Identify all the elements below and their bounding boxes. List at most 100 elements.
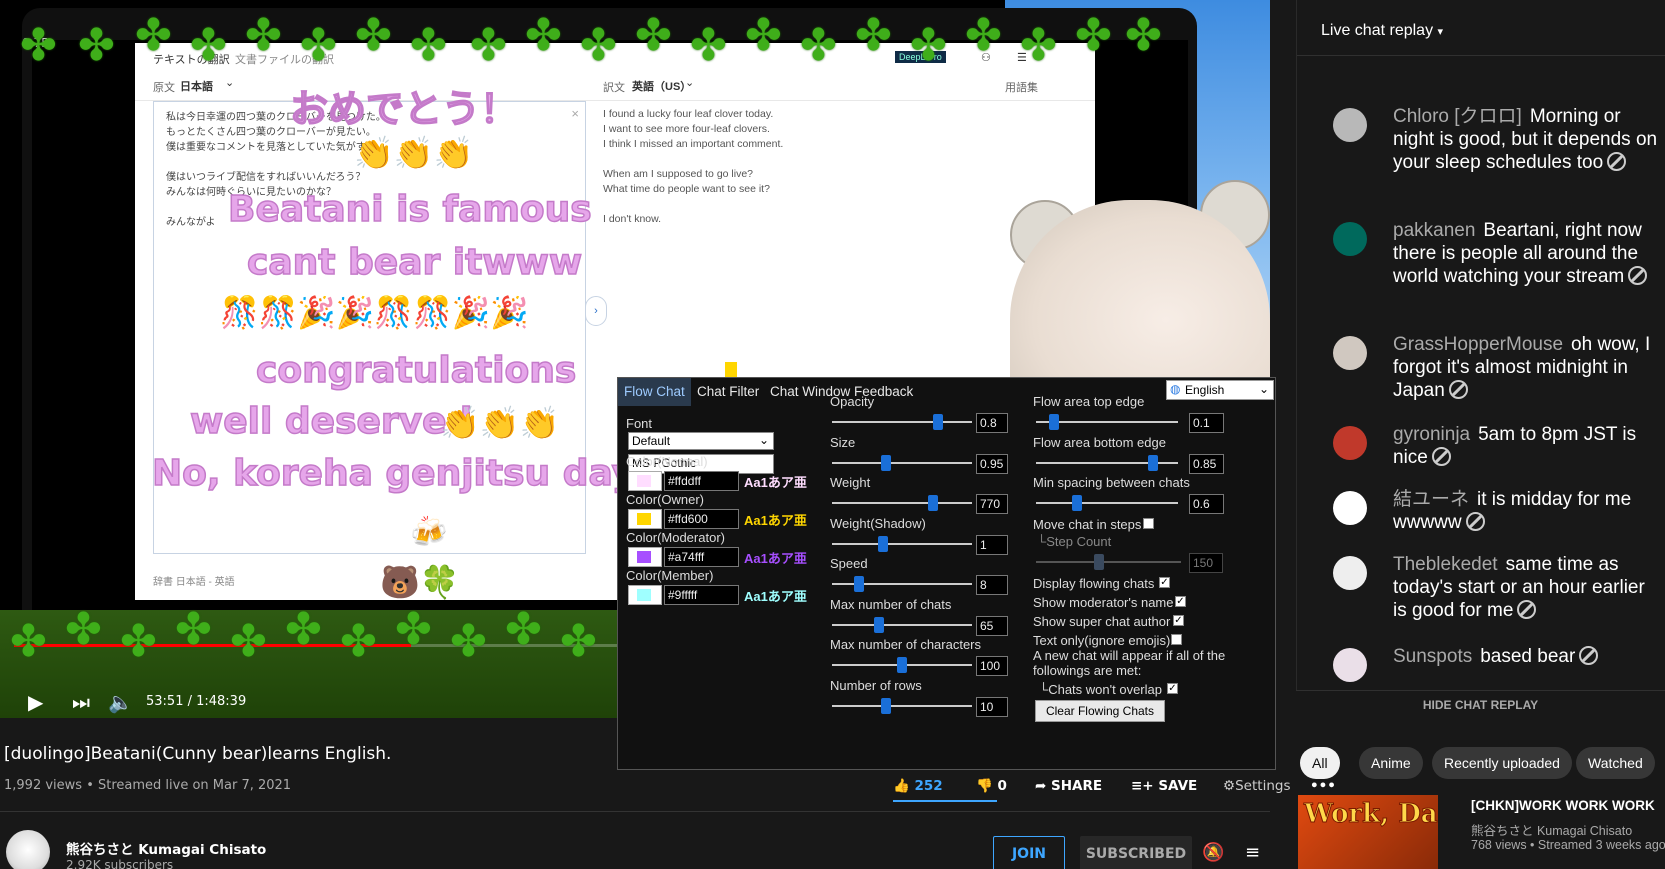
setting-checkbox[interactable]: ✓ (1173, 615, 1184, 626)
setting-slider[interactable] (832, 576, 972, 592)
move-in-steps-checkbox[interactable] (1143, 518, 1154, 529)
recommended-video-channel[interactable]: 熊谷ちさと Kumagai Chisato (1471, 820, 1632, 839)
slider-value-input[interactable]: 0.8 (976, 413, 1008, 433)
moderation-icon[interactable] (1465, 512, 1485, 531)
slider-thumb[interactable] (897, 657, 907, 673)
color-hex-input[interactable]: #9fffff (664, 585, 739, 605)
next-icon[interactable]: ⏭ (72, 690, 90, 714)
slider-value-input[interactable]: 10 (976, 696, 1008, 717)
setting-slider[interactable] (832, 414, 972, 430)
slider-value-input[interactable]: 65 (976, 615, 1008, 636)
step-count-input[interactable]: 150 (1189, 553, 1223, 573)
slider-value-input[interactable]: 0.1 (1189, 413, 1224, 433)
more-options-icon[interactable]: ••• (1310, 778, 1336, 794)
settings-button[interactable]: ⚙Settings (1223, 778, 1290, 794)
setting-slider[interactable] (832, 657, 972, 673)
step-count-slider[interactable] (1036, 554, 1181, 570)
slider-value-input[interactable]: 100 (976, 656, 1008, 676)
slider-thumb[interactable] (933, 414, 944, 430)
chat-avatar[interactable] (1333, 648, 1367, 682)
setting-checkbox[interactable]: ✓ (1175, 596, 1186, 607)
chat-avatar[interactable] (1333, 426, 1367, 460)
source-lang-select[interactable]: 日本語 (180, 78, 213, 94)
moderation-icon[interactable] (1607, 152, 1627, 171)
chat-mode-select[interactable]: Live chat replay ▾ (1321, 22, 1443, 40)
slider-thumb[interactable] (881, 697, 892, 714)
moderation-icon[interactable] (1628, 266, 1648, 285)
chat-avatar[interactable] (1333, 108, 1367, 142)
volume-icon[interactable]: 🔈 (108, 690, 133, 714)
setting-checkbox[interactable]: ✓ (1159, 577, 1170, 588)
glossary-link[interactable]: 用語集 (1005, 79, 1038, 95)
chat-author[interactable]: Theblekedet (1393, 554, 1498, 575)
font-select[interactable]: Default ⌄ (628, 432, 774, 450)
color-swatch[interactable] (628, 471, 662, 491)
slider-value-input[interactable]: 0.85 (1189, 453, 1224, 474)
target-lang-select[interactable]: 英語（US） (632, 78, 691, 94)
recommended-video-thumbnail[interactable]: Work, Dad! (1298, 795, 1438, 869)
recommended-video-title[interactable]: [CHKN]WORK WORK WORK (1471, 798, 1655, 813)
playlist-icon[interactable]: ≡ (1245, 842, 1260, 863)
setting-slider[interactable] (1036, 414, 1178, 430)
slider-value-input[interactable]: 0.95 (976, 453, 1008, 474)
color-swatch[interactable] (628, 585, 662, 605)
chat-avatar[interactable] (1333, 556, 1367, 590)
moderation-icon[interactable] (1579, 646, 1599, 665)
chat-author[interactable]: Chloro [クロロ] (1393, 106, 1522, 127)
filter-chip[interactable]: All (1300, 747, 1340, 779)
chat-avatar[interactable] (1333, 336, 1367, 370)
tab-flow-chat[interactable]: Flow Chat (618, 378, 691, 406)
chat-author[interactable]: 結ユーネ (1393, 489, 1469, 510)
slider-thumb[interactable] (873, 616, 884, 633)
color-hex-input[interactable]: #ffddff (664, 471, 739, 491)
chat-author[interactable]: GrassHopperMouse (1393, 334, 1563, 355)
slider-value-input[interactable]: 1 (976, 534, 1008, 555)
setting-slider[interactable] (1036, 495, 1178, 511)
play-icon[interactable]: ▶ (28, 690, 43, 714)
chat-author[interactable]: gyroninja (1393, 424, 1470, 445)
setting-slider[interactable] (1036, 454, 1178, 471)
color-swatch[interactable] (628, 509, 662, 529)
chat-author[interactable]: Sunspots (1393, 646, 1472, 667)
moderation-icon[interactable] (1448, 380, 1468, 399)
filter-chip[interactable]: Recently uploaded (1432, 747, 1572, 779)
slider-thumb[interactable] (1049, 414, 1060, 430)
bell-off-icon[interactable]: 🔕 (1202, 842, 1224, 863)
setting-slider[interactable] (832, 616, 972, 633)
subscribed-button[interactable]: SUBSCRIBED (1080, 836, 1192, 869)
slider-value-input[interactable]: 770 (976, 494, 1008, 514)
clear-flowing-chats-button[interactable]: Clear Flowing Chats (1035, 700, 1165, 722)
dislike-button[interactable]: 👎 0 (976, 778, 1007, 794)
language-select[interactable]: ◍ English ⌄ (1166, 380, 1274, 400)
slider-value-input[interactable]: 8 (976, 575, 1008, 595)
chat-avatar[interactable] (1333, 491, 1367, 525)
color-hex-input[interactable]: #ffd600 (664, 509, 739, 529)
channel-avatar[interactable] (6, 830, 50, 869)
hide-chat-replay-button[interactable]: HIDE CHAT REPLAY (1296, 690, 1665, 718)
slider-thumb[interactable] (881, 454, 892, 471)
channel-name[interactable]: 熊谷ちさと Kumagai Chisato (66, 838, 266, 858)
setting-slider[interactable] (832, 535, 972, 552)
no-overlap-checkbox[interactable]: ✓ (1167, 683, 1178, 694)
setting-slider[interactable] (832, 454, 972, 471)
slider-value-input[interactable]: 0.6 (1189, 494, 1224, 514)
like-button[interactable]: 👍 252 (893, 778, 943, 794)
color-swatch[interactable] (628, 547, 662, 567)
setting-slider[interactable] (832, 697, 972, 714)
slider-thumb[interactable] (854, 576, 865, 592)
share-button[interactable]: ➦ SHARE (1035, 778, 1102, 794)
close-icon[interactable]: × (571, 106, 579, 121)
slider-thumb[interactable] (877, 535, 888, 552)
slider-thumb[interactable] (1071, 495, 1082, 511)
chat-avatar[interactable] (1333, 222, 1367, 256)
setting-slider[interactable] (832, 495, 972, 511)
save-button[interactable]: ≡+ SAVE (1131, 778, 1197, 794)
moderation-icon[interactable] (1517, 600, 1537, 619)
slider-thumb[interactable] (928, 495, 939, 511)
color-hex-input[interactable]: #a74fff (664, 547, 739, 567)
setting-checkbox[interactable] (1171, 634, 1182, 645)
slider-thumb[interactable] (1148, 454, 1159, 471)
chat-author[interactable]: pakkanen (1393, 220, 1475, 241)
tab-chat-filter[interactable]: Chat Filter (691, 378, 765, 406)
slider-thumb[interactable] (1094, 554, 1104, 570)
